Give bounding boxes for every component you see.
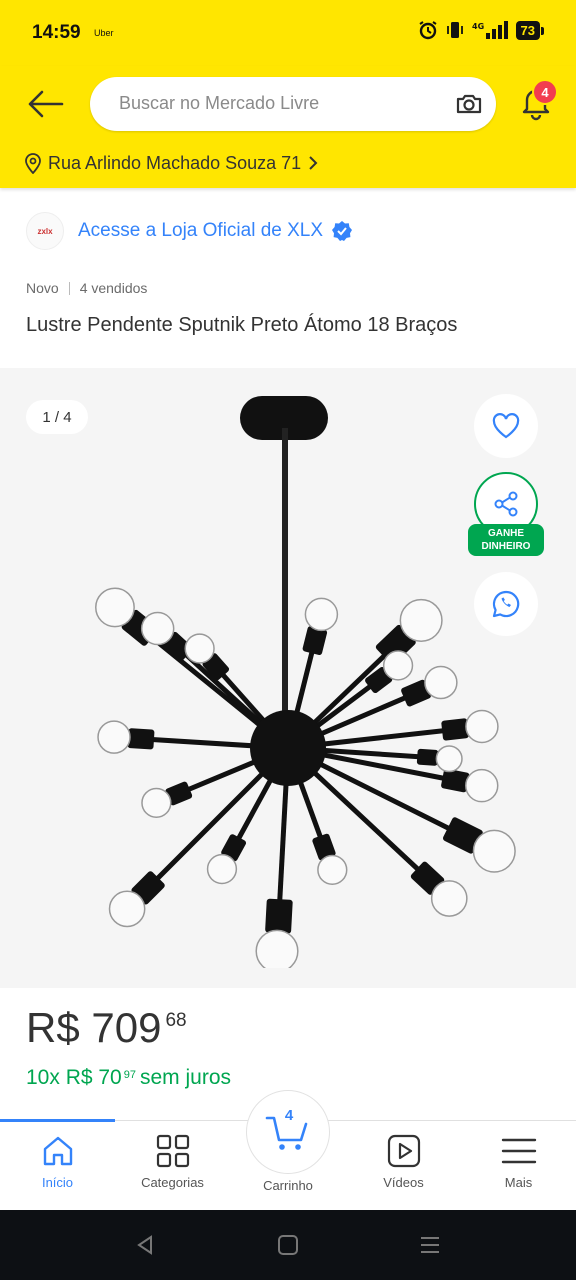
store-link-label: Acesse a Loja Oficial de XLX [78, 220, 324, 241]
active-tab-indicator [0, 1119, 115, 1122]
nav-label-more: Mais [504, 1175, 533, 1190]
status-icons: 4G 73 [418, 20, 545, 40]
system-home-icon[interactable] [278, 1234, 298, 1256]
search-placeholder: Buscar no Mercado Livre [119, 93, 320, 113]
product-image [95, 396, 516, 968]
nav-item-cart[interactable]: 4 [246, 1090, 330, 1174]
nav-item-videos[interactable]: Vídeos [346, 1133, 461, 1190]
home-icon [43, 1136, 72, 1166]
system-back-icon[interactable] [134, 1234, 156, 1256]
earn-badge-line2: DINHEIRO [481, 541, 531, 552]
product-meta: Novo 4 vendidos [26, 280, 147, 296]
nav-label-home: Início [41, 1175, 74, 1190]
vibrate-icon [446, 22, 463, 38]
nav-label-videos: Vídeos [383, 1175, 424, 1190]
price-main: R$ 709 [26, 1004, 162, 1051]
official-store-link[interactable]: zxlx Acesse a Loja Oficial de XLX [26, 212, 353, 250]
installments: 10x R$ 70 97 sem juros [26, 1066, 231, 1090]
installments-suffix: sem juros [139, 1066, 232, 1089]
product-condition: Novo [26, 280, 59, 296]
app-header: Buscar no Mercado Livre 4 Rua Arlindo Ma… [0, 66, 576, 188]
store-logo: zxlx [26, 212, 64, 250]
status-bar: 14:59 Uber 4G 73 [0, 0, 576, 66]
camera-search-button[interactable] [454, 89, 484, 119]
grid-icon [156, 1134, 189, 1168]
favorite-button[interactable] [474, 394, 538, 458]
product-sold-count: 4 vendidos [79, 280, 148, 296]
price-cents: 68 [165, 1010, 187, 1031]
location-pin-icon [25, 153, 41, 174]
play-icon [387, 1134, 420, 1168]
meta-divider [68, 281, 70, 295]
product-gallery[interactable]: 1 / 4 GANHE DINHEIRO [0, 368, 576, 988]
system-nav-bar [0, 1210, 576, 1280]
address-selector[interactable]: Rua Arlindo Machado Souza 71 [24, 152, 319, 174]
heart-icon [492, 413, 520, 439]
nav-item-categories[interactable]: Categorias [115, 1133, 230, 1190]
signal-icon: 4G [472, 21, 508, 39]
camera-icon [456, 94, 482, 114]
status-time: 14:59 [32, 22, 81, 43]
battery-indicator: 73 [515, 20, 545, 40]
address-text: Rua Arlindo Machado Souza 71 [48, 152, 302, 173]
nav-item-home[interactable]: Início [0, 1133, 115, 1190]
system-recents-icon[interactable] [420, 1234, 440, 1256]
chevron-right-icon [309, 156, 318, 170]
gallery-counter: 1 / 4 [26, 400, 88, 434]
product-title: Lustre Pendente Sputnik Preto Átomo 18 B… [26, 314, 458, 336]
price: R$ 709 68 [26, 1004, 187, 1052]
earn-money-badge[interactable]: GANHE DINHEIRO [468, 524, 544, 556]
notification-badge: 4 [532, 79, 558, 105]
menu-icon [501, 1138, 536, 1164]
verified-icon [332, 221, 353, 241]
whatsapp-share-button[interactable] [474, 572, 538, 636]
back-button[interactable] [22, 84, 68, 124]
installments-cents: 97 [123, 1069, 136, 1081]
earn-badge-line1: GANHE [487, 528, 525, 539]
nav-item-more[interactable]: Mais [461, 1133, 576, 1190]
whatsapp-icon [492, 590, 520, 618]
installments-amount: 10x R$ 70 [26, 1066, 122, 1089]
status-app-hint: Uber [94, 28, 114, 38]
cart-count: 4 [284, 1107, 294, 1124]
search-input[interactable]: Buscar no Mercado Livre [90, 77, 496, 131]
share-icon [494, 491, 518, 517]
alarm-icon [418, 21, 437, 40]
svg-text:4G: 4G [472, 22, 484, 31]
arrow-left-icon [28, 90, 64, 118]
nav-label-categories: Categorias [141, 1175, 204, 1190]
nav-label-cart: Carrinho [263, 1178, 313, 1193]
